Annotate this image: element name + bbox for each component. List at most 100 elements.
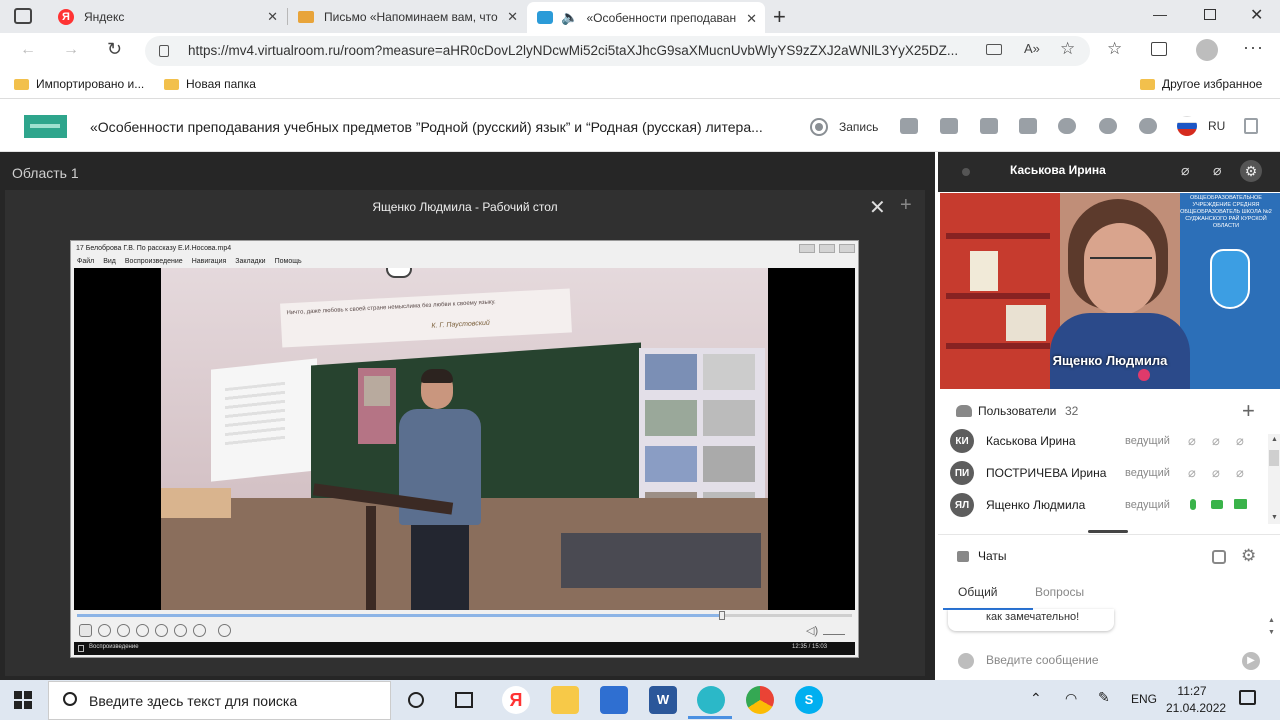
mic-off-icon[interactable]: ⌀ (1188, 465, 1196, 481)
menu-view[interactable]: Вид (103, 258, 116, 265)
screen-off-icon[interactable]: ⌀ (1236, 465, 1244, 481)
tile-settings-icon[interactable]: ⚙ (1240, 160, 1262, 182)
menu-bookmarks[interactable]: Закладки (235, 258, 265, 265)
video-frame[interactable]: Ничто, даже любовь к своей стране немысл… (74, 268, 855, 610)
new-tab-button[interactable]: + (773, 4, 786, 30)
list-item[interactable]: ПИ ПОСТРИЧЕВА Ирина ведущий ⌀ ⌀ ⌀ (950, 458, 1280, 488)
forward-arrow-icon[interactable]: → (63, 41, 79, 59)
tab-mail[interactable]: Письмо «Напоминаем вам, что ✕ (288, 0, 526, 33)
repeat-icon[interactable] (218, 624, 231, 637)
tab-virtualroom[interactable]: 🔈 «Особенности преподаван ✕ (527, 2, 765, 33)
record-button[interactable]: Запись (810, 118, 878, 136)
camera-icon[interactable] (986, 44, 1002, 55)
screen-share-icon[interactable] (940, 118, 958, 134)
tab-general[interactable]: Общий (958, 585, 998, 599)
play-icon[interactable] (79, 624, 92, 637)
pause-icon[interactable] (98, 624, 111, 637)
message-input[interactable]: Введите сообщение (986, 653, 1099, 667)
minimize-button[interactable] (799, 244, 815, 253)
clock[interactable]: 11:27 21.04.2022 (1166, 684, 1226, 715)
chevron-up-icon[interactable]: ⌃ (1030, 690, 1042, 707)
restore-button[interactable] (1204, 9, 1216, 20)
bookmark-other-favorites[interactable]: Другое избранное (1140, 77, 1262, 91)
chrome-icon[interactable] (746, 686, 774, 714)
url-field[interactable]: https://mv4.virtualroom.ru/room?measure=… (145, 36, 1090, 66)
chat-settings-icon[interactable]: ⚙ (1241, 546, 1256, 566)
volume-slider[interactable] (823, 627, 845, 635)
taskbar-search[interactable]: Введите здесь текст для поиска (48, 681, 391, 720)
notifications-icon[interactable] (1239, 690, 1256, 705)
send-icon[interactable]: ▶ (1242, 652, 1260, 670)
speaker-icon[interactable]: 🔈 (561, 9, 578, 26)
bookmark-new-folder[interactable]: Новая папка (164, 77, 256, 91)
add-favorite-icon[interactable]: ☆ (1060, 39, 1075, 59)
list-item[interactable]: ЯЛ Ященко Людмила ведущий (950, 490, 1280, 520)
add-user-button[interactable]: + (1242, 398, 1255, 424)
store-icon[interactable] (600, 686, 628, 714)
camera-on-icon[interactable] (1211, 500, 1223, 509)
menu-navigation[interactable]: Навигация (192, 258, 227, 265)
stop-icon[interactable] (117, 624, 130, 637)
speaker-video[interactable]: ОБЩЕОБРАЗОВАТЕЛЬНОЕ УЧРЕЖДЕНИЕ СРЕДНЯЯ О… (940, 193, 1280, 389)
cortana-icon[interactable] (408, 692, 424, 708)
tab-actions-icon[interactable] (14, 8, 32, 24)
file-explorer-icon[interactable] (551, 686, 579, 714)
language-label[interactable]: RU (1208, 119, 1225, 133)
windows-start-icon[interactable] (14, 691, 32, 709)
volume-icon[interactable]: ◁) (806, 624, 818, 637)
reload-icon[interactable]: ↻ (107, 39, 122, 60)
resize-handle[interactable] (1088, 530, 1128, 533)
info-icon[interactable] (1099, 118, 1117, 134)
prev-icon[interactable] (155, 624, 168, 637)
network-icon[interactable]: ◠ (1065, 690, 1077, 707)
word-icon[interactable]: W (649, 686, 677, 714)
chat-scroll-up[interactable]: ▲ (1268, 617, 1275, 624)
mic-off-icon[interactable]: ⌀ (1188, 433, 1196, 449)
skype-icon[interactable]: S (795, 686, 823, 714)
collections-icon[interactable] (1151, 42, 1167, 56)
mic-off-icon[interactable]: ⌀ (1181, 162, 1189, 179)
seek-bar[interactable] (77, 611, 852, 620)
tab-questions[interactable]: Вопросы (1035, 585, 1084, 599)
forward-icon[interactable] (193, 624, 206, 637)
screen-off-icon[interactable]: ⌀ (1236, 433, 1244, 449)
camera-off-icon[interactable]: ⌀ (1213, 162, 1221, 179)
list-item[interactable]: КИ Каськова Ирина ведущий ⌀ ⌀ ⌀ (950, 426, 1280, 456)
pen-icon[interactable]: ✎ (1098, 689, 1110, 706)
mic-on-icon[interactable] (1190, 499, 1196, 510)
screen-on-icon[interactable] (1234, 499, 1247, 509)
minimize-button[interactable]: — (1153, 6, 1167, 22)
rewind-icon[interactable] (136, 624, 149, 637)
layout-grid-icon[interactable] (900, 118, 918, 134)
edge-icon[interactable] (697, 686, 725, 714)
more-menu-icon[interactable]: ··· (1243, 37, 1264, 58)
tab-yandex[interactable]: Я Яндекс ✕ (48, 0, 286, 33)
next-icon[interactable] (174, 624, 187, 637)
close-icon[interactable]: ✕ (507, 9, 518, 25)
close-button[interactable] (839, 244, 855, 253)
exit-icon[interactable] (1244, 118, 1258, 134)
russia-flag-icon[interactable] (1177, 116, 1197, 136)
seek-thumb[interactable] (718, 611, 725, 620)
back-arrow-icon[interactable]: ← (20, 41, 36, 59)
menu-help[interactable]: Помощь (275, 258, 302, 265)
user-icon[interactable] (1058, 118, 1076, 134)
menu-file[interactable]: Файл (77, 258, 94, 265)
emoji-icon[interactable] (958, 653, 974, 669)
close-window-button[interactable]: ✕ (1250, 5, 1263, 25)
chat-window-icon[interactable] (1212, 550, 1226, 564)
close-icon[interactable]: ✕ (746, 11, 757, 27)
settings-gear-icon[interactable] (1139, 118, 1157, 134)
yandex-browser-icon[interactable]: Я (502, 686, 530, 714)
chat-scroll-down[interactable]: ▼ (1268, 629, 1275, 636)
close-icon[interactable]: ✕ (869, 195, 886, 220)
read-aloud-icon[interactable]: A» (1024, 41, 1040, 56)
close-icon[interactable]: ✕ (267, 9, 278, 25)
camera-off-icon[interactable]: ⌀ (1212, 433, 1220, 449)
menu-playback[interactable]: Воспроизведение (125, 258, 183, 265)
document-icon[interactable] (980, 118, 998, 134)
maximize-button[interactable] (819, 244, 835, 253)
favorites-icon[interactable]: ☆ (1107, 39, 1122, 59)
bookmark-imported[interactable]: Импортировано и... (14, 77, 144, 91)
profile-avatar[interactable] (1196, 39, 1218, 61)
